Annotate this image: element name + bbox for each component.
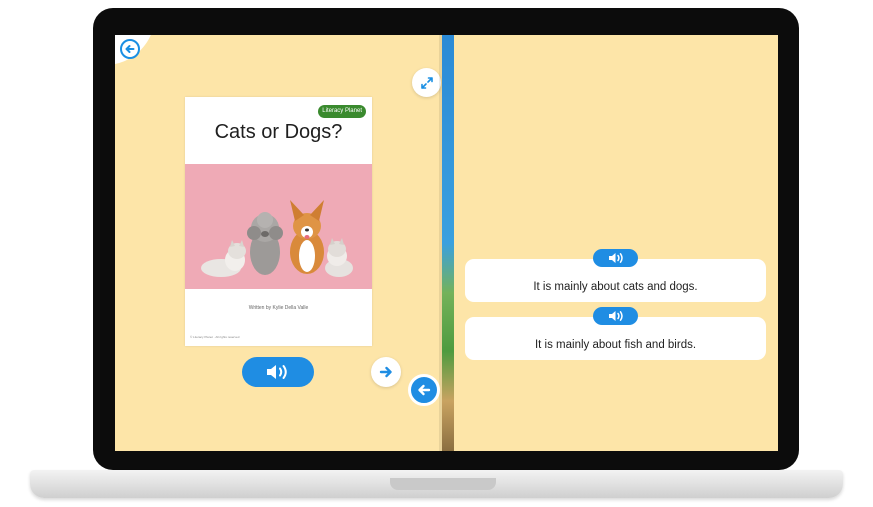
answer-choice-2[interactable]: It is mainly about fish and birds.	[465, 307, 766, 360]
background-strip	[442, 35, 454, 451]
left-arrow-icon	[418, 384, 431, 396]
expand-icon	[420, 76, 433, 89]
app-screen: Literacy Planet Cats or Dogs? Written by…	[115, 35, 778, 451]
right-arrow-icon	[379, 366, 392, 378]
pets-illustration	[201, 200, 353, 277]
expand-button[interactable]	[412, 68, 441, 97]
speaker-icon	[608, 311, 623, 321]
back-arrow-icon	[125, 45, 135, 53]
publisher-logo: Literacy Planet	[318, 105, 366, 118]
choice-2-audio-button[interactable]	[593, 307, 638, 325]
speaker-icon	[267, 365, 287, 379]
book-cover: Literacy Planet Cats or Dogs? Written by…	[185, 97, 372, 346]
laptop-notch	[390, 478, 496, 490]
book-author: Written by Kylie Della Valle	[248, 305, 309, 311]
read-aloud-button[interactable]	[242, 357, 314, 387]
choice-1-audio-button[interactable]	[593, 249, 638, 267]
next-page-button[interactable]	[371, 357, 401, 387]
book-title: Cats or Dogs?	[214, 121, 343, 143]
choice-1-text: It is mainly about cats and dogs.	[533, 281, 698, 293]
previous-page-button[interactable]	[408, 374, 440, 406]
cover-photo	[185, 164, 372, 289]
speaker-icon	[608, 253, 623, 263]
copyright-text: © Literacy Planet · All rights reserved	[190, 335, 240, 339]
choice-2-text: It is mainly about fish and birds.	[534, 339, 697, 351]
answer-choice-1[interactable]: It is mainly about cats and dogs.	[465, 249, 766, 302]
back-button[interactable]	[120, 39, 140, 59]
